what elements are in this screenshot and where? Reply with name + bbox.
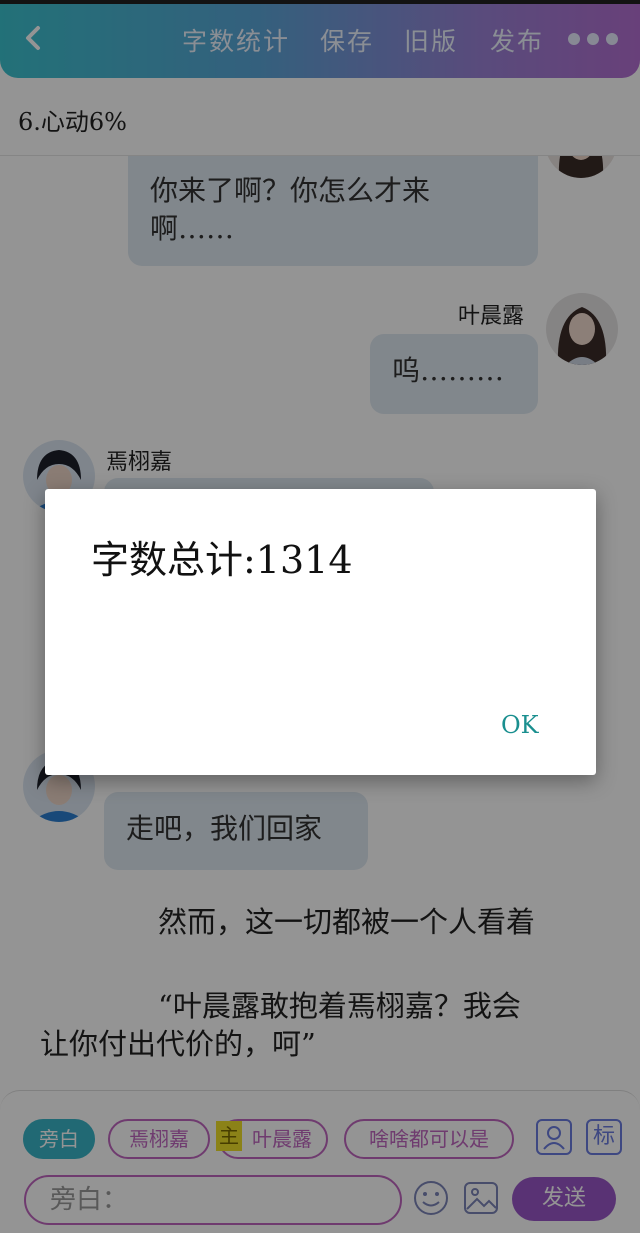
ok-button[interactable]: OK [501,711,539,739]
dialog-message: 字数总计:1314 [91,538,353,582]
word-count-dialog: 字数总计:1314 OK [45,489,596,775]
